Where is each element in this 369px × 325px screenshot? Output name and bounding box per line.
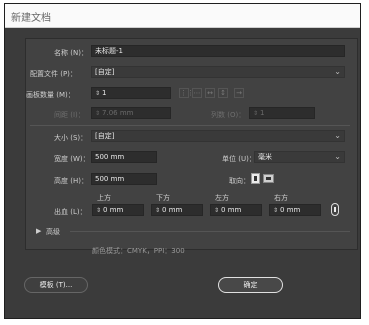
color-mode-info: 颜色模式：CMYK，PPI：300 [92, 247, 185, 255]
bleed-right-value: 0 mm [280, 206, 301, 214]
size-value: [自定] [95, 132, 115, 140]
name-value: 未标题-1 [95, 47, 123, 55]
bleed-left-value: 0 mm [221, 206, 242, 214]
name-label: 名称 (N)： [54, 49, 88, 57]
chevron-down-icon: ⌄ [334, 67, 341, 76]
chevron-down-icon: ⌄ [334, 131, 341, 140]
advanced-divider [70, 231, 350, 232]
columns-value: 1 [260, 109, 265, 117]
link-icon[interactable] [331, 203, 339, 216]
size-select[interactable]: [自定] ⌄ [91, 130, 345, 142]
new-document-dialog: 新建文档 名称 (N)： 未标题-1 配置文件 (P)： [自定] ⌄ 画板数量… [4, 3, 361, 319]
arrange-column-icon[interactable]: ↕ [218, 88, 228, 98]
arrange-row-icon[interactable]: ↔ [205, 88, 215, 98]
bleed-label: 出血 (L)： [54, 208, 87, 216]
profile-select[interactable]: [自定] ⌄ [91, 66, 345, 78]
artboards-field[interactable]: ⇕ 1 [91, 87, 171, 99]
landscape-icon[interactable] [263, 174, 274, 183]
updown-arrows-icon: ⇕ [95, 110, 101, 117]
updown-arrows-icon: ⇕ [214, 207, 220, 214]
ok-button[interactable]: 确定 [218, 277, 283, 293]
title-bar: 新建文档 [5, 4, 360, 28]
updown-arrows-icon: ⇕ [96, 207, 102, 214]
profile-label: 配置文件 (P)： [30, 70, 77, 78]
bleed-right-field[interactable]: ⇕ 0 mm [269, 204, 321, 216]
bleed-top-value: 0 mm [103, 206, 124, 214]
updown-arrows-icon: ⇕ [253, 110, 259, 117]
arrow-right-icon[interactable]: → [234, 88, 244, 98]
columns-field[interactable]: ⇕ 1 [249, 107, 315, 119]
units-value: 毫米 [258, 153, 272, 161]
bleed-top-field[interactable]: ⇕ 0 mm [92, 204, 144, 216]
columns-label: 列数 (O)： [211, 111, 246, 119]
width-field[interactable]: 500 mm [91, 151, 157, 163]
bleed-right-label: 右方 [274, 194, 288, 202]
grid-by-column-icon[interactable]: ⋯ [192, 88, 202, 98]
orientation-label: 取向： [229, 177, 250, 185]
updown-arrows-icon: ⇕ [95, 90, 101, 97]
width-label: 宽度 (W)： [54, 155, 90, 163]
width-value: 500 mm [95, 153, 125, 161]
bleed-bottom-value: 0 mm [162, 206, 183, 214]
bleed-left-label: 左方 [215, 194, 229, 202]
updown-arrows-icon: ⇕ [273, 207, 279, 214]
height-label: 高度 (H)： [54, 177, 88, 185]
profile-value: [自定] [95, 68, 115, 76]
bleed-top-label: 上方 [97, 194, 111, 202]
template-button[interactable]: 模板 (T)... [24, 277, 88, 293]
height-field[interactable]: 500 mm [91, 173, 157, 185]
units-label: 单位 (U)： [222, 155, 256, 163]
spacing-field[interactable]: ⇕ 7.06 mm [91, 107, 171, 119]
bleed-bottom-field[interactable]: ⇕ 0 mm [151, 204, 203, 216]
name-field[interactable]: 未标题-1 [91, 45, 345, 57]
portrait-icon[interactable] [251, 173, 260, 184]
section-divider [30, 125, 350, 126]
spacing-label: 间距 (I)： [54, 111, 85, 119]
advanced-toggle[interactable]: 高级 [46, 227, 60, 237]
chevron-down-icon: ⌄ [334, 152, 341, 161]
grid-by-row-icon[interactable]: ⋮⋮ [179, 88, 194, 98]
artboards-value: 1 [102, 89, 107, 97]
settings-panel: 名称 (N)： 未标题-1 配置文件 (P)： [自定] ⌄ 画板数量 (M)：… [25, 38, 358, 255]
bleed-bottom-label: 下方 [156, 194, 170, 202]
bleed-left-field[interactable]: ⇕ 0 mm [210, 204, 262, 216]
window-title: 新建文档 [11, 13, 51, 24]
artboards-label: 画板数量 (M)： [26, 91, 75, 99]
height-value: 500 mm [95, 175, 125, 183]
units-select[interactable]: 毫米 ⌄ [254, 151, 345, 163]
updown-arrows-icon: ⇕ [155, 207, 161, 214]
size-label: 大小 (S)： [54, 134, 88, 142]
spacing-value: 7.06 mm [102, 109, 134, 117]
triangle-right-icon[interactable]: ▶ [36, 227, 41, 235]
